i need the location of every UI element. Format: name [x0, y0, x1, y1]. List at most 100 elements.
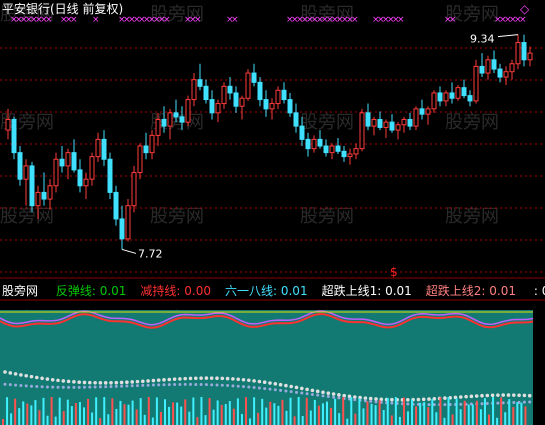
candle-body	[455, 87, 461, 99]
dot-curve-point	[220, 383, 224, 387]
dot-curve-point	[3, 382, 7, 386]
dot-curve-point	[421, 397, 426, 402]
dot-curve-point	[363, 396, 368, 400]
dot-curve-point	[469, 394, 474, 399]
dot-curve-point	[172, 377, 177, 381]
indicator-item: : 0.13	[533, 284, 545, 298]
candle-body	[101, 138, 107, 160]
candle-body	[377, 118, 383, 128]
dot-curve-point	[45, 377, 50, 381]
dot-curve-point	[125, 384, 129, 388]
dot-curve-point	[151, 378, 156, 383]
candle-body	[299, 125, 305, 140]
candle-body	[383, 121, 389, 128]
candle-body	[17, 152, 23, 180]
candle-body	[347, 153, 353, 158]
dot-curve-point	[72, 380, 76, 384]
signal-mark: ×	[163, 15, 171, 25]
candle-body	[89, 156, 95, 180]
dot-curve-point	[82, 380, 87, 385]
dot-curve-point	[125, 380, 129, 385]
dot-curve-point	[40, 385, 44, 389]
dot-curve-point	[14, 383, 18, 387]
candle-body	[527, 52, 533, 61]
dot-curve-point	[368, 396, 373, 401]
dot-curve-point	[459, 402, 463, 406]
candle-body	[11, 118, 17, 154]
dot-curve-point	[289, 384, 294, 389]
candle-body	[53, 158, 59, 187]
candle-body	[125, 205, 131, 240]
candle-body	[497, 68, 503, 78]
candle-body	[269, 103, 275, 110]
chart-window: 股旁网股旁网股旁网股旁网股旁网股旁网股旁网股旁网股旁网股旁网股旁网股旁网股旁网股…	[0, 0, 545, 425]
dot-curve-point	[109, 385, 113, 389]
dot-curve-point	[120, 384, 124, 388]
candle-body	[473, 65, 479, 102]
dot-curve-point	[98, 381, 103, 385]
dot-curve-point	[485, 402, 489, 406]
dot-curve-point	[300, 391, 304, 395]
dot-curve-point	[3, 370, 7, 374]
dot-curve-point	[342, 393, 347, 398]
dot-curve-point	[35, 384, 39, 388]
dot-curve-point	[56, 385, 60, 389]
candle-body	[491, 59, 497, 70]
dot-curve-point	[141, 383, 145, 387]
dot-curve-point	[50, 377, 55, 382]
candle-body	[461, 87, 467, 97]
dot-curve-point	[501, 401, 505, 405]
candle-body	[95, 138, 101, 158]
dot-curve-point	[363, 399, 367, 403]
candle-body	[131, 172, 137, 207]
candle-body	[233, 92, 239, 107]
dot-curve-point	[390, 401, 394, 405]
dot-curve-point	[279, 388, 283, 392]
candle-body	[197, 79, 203, 87]
diamond-icon[interactable]: ◇	[520, 2, 529, 16]
candle-body	[365, 112, 371, 127]
candle-body	[431, 92, 437, 110]
dot-curve-point	[480, 393, 484, 398]
dot-curve-point	[273, 382, 278, 386]
dot-curve-point	[506, 393, 511, 397]
dot-curve-point	[77, 385, 81, 389]
dot-curve-point	[310, 392, 314, 396]
signal-mark: ×	[397, 15, 405, 25]
indicator-name: 股旁网	[2, 284, 39, 298]
dot-curve-point	[183, 382, 187, 386]
dot-curve-point	[353, 398, 357, 402]
dot-curve-point	[83, 385, 86, 389]
dot-curve-point	[231, 377, 235, 381]
dot-curve-point	[305, 392, 309, 396]
dot-curve-point	[194, 376, 198, 381]
dot-curve-point	[247, 385, 251, 389]
dot-curve-point	[220, 376, 225, 381]
watermark-text: 股旁网	[300, 206, 354, 227]
dot-curve-point	[104, 385, 108, 389]
dot-curve-point	[88, 385, 92, 389]
candle-body	[71, 152, 77, 171]
high-pointer	[497, 34, 519, 38]
candle-body	[287, 99, 293, 114]
candle-body	[311, 138, 317, 150]
dot-curve-point	[146, 379, 150, 383]
dot-curve-point	[353, 395, 357, 399]
candle-body	[191, 79, 197, 101]
candle-body	[479, 65, 485, 74]
signal-mark: ×	[519, 15, 527, 25]
dot-curve-point	[242, 385, 245, 389]
candle-body	[179, 116, 185, 123]
watermark-text: 股旁网	[0, 206, 54, 227]
dot-curve-point	[331, 392, 336, 396]
dot-curve-point	[204, 376, 209, 380]
dot-curve-point	[98, 385, 102, 389]
candle-body	[47, 185, 53, 200]
dot-curve-point	[374, 397, 378, 401]
dot-curve-point	[406, 397, 410, 402]
candle-body	[143, 145, 149, 154]
dot-curve-point	[13, 372, 18, 376]
buy-signal-marker: $	[390, 265, 398, 279]
dot-curve-point	[225, 376, 230, 381]
dot-curve-point	[263, 387, 267, 391]
